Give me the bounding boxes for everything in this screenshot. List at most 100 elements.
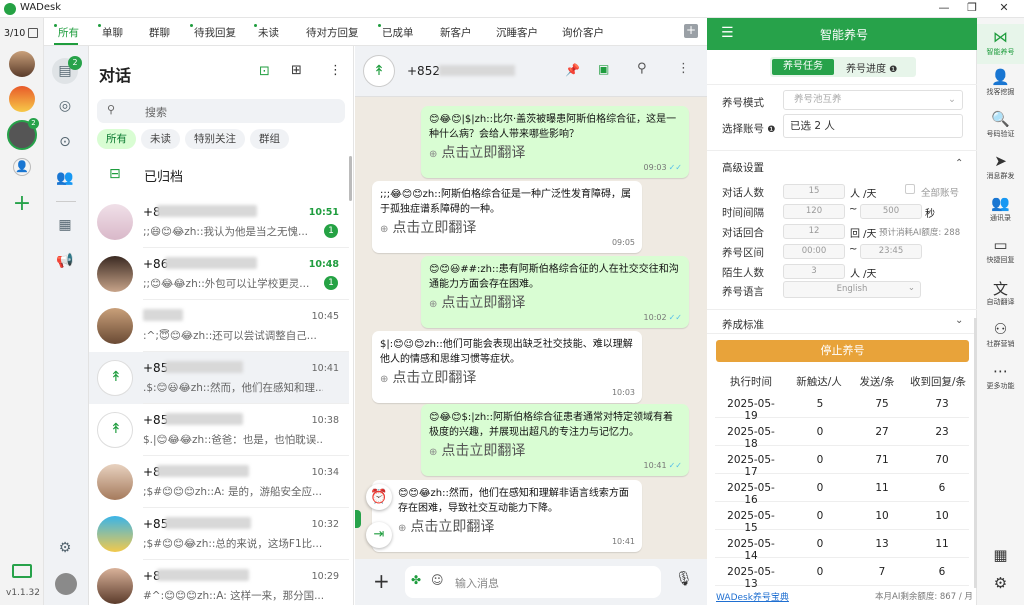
search-box[interactable]: ⚲ 搜索 bbox=[97, 99, 345, 123]
pin-icon[interactable]: 📌 bbox=[565, 63, 580, 77]
settings-icon[interactable]: ⚙ bbox=[977, 574, 1024, 592]
tab-awaiting-other[interactable]: 待对方回复 bbox=[306, 25, 359, 40]
close-button[interactable]: ✕ bbox=[990, 1, 1018, 14]
rail-smart-nurture[interactable]: ⋈ 智能养号 bbox=[977, 24, 1024, 64]
user-icon[interactable]: 👤 bbox=[13, 158, 31, 176]
rail-more[interactable]: ⋯ 更多功能 bbox=[977, 362, 1024, 391]
translate-link[interactable]: ⊕ 点击立即翻译 bbox=[380, 369, 634, 389]
scrollbar[interactable] bbox=[349, 156, 352, 201]
message-bubble-in[interactable]: $|:😊😉😊zh::他们可能会表现出缺乏社交技能、难以理解他人的情感和思维习惯等… bbox=[372, 331, 642, 403]
tab-new-customer[interactable]: 新客户 bbox=[440, 25, 472, 40]
attach-plus-icon[interactable]: + bbox=[373, 569, 390, 593]
chevron-down-icon[interactable]: ⌄ bbox=[955, 315, 963, 326]
chat-row-selected[interactable]: ↟ +85 10:41 .$:😊😃😂zh::然而，他们在感知和理... bbox=[89, 352, 349, 404]
channels-icon[interactable]: ⊙ bbox=[53, 130, 77, 154]
add-icon[interactable]: ⊞ bbox=[291, 63, 302, 78]
filter-starred[interactable]: 特别关注 bbox=[185, 129, 245, 149]
mode-select[interactable]: 养号池互养 ⌄ bbox=[783, 90, 963, 110]
communities-icon[interactable]: 👥 bbox=[53, 166, 77, 190]
field-input[interactable]: 12 bbox=[783, 224, 845, 239]
account-avatar-2[interactable] bbox=[9, 86, 35, 112]
field-input[interactable]: 500 bbox=[860, 204, 922, 219]
microphone-icon[interactable]: 🎙 bbox=[675, 571, 693, 587]
emoji-icon[interactable]: ☺ bbox=[431, 573, 444, 587]
stop-nurture-button[interactable]: 停止养号 bbox=[716, 340, 969, 362]
rail-number-verify[interactable]: 🔍 号码验证 bbox=[977, 110, 1024, 139]
message-time: 10:34 bbox=[311, 467, 339, 478]
nurture-guide-link[interactable]: WADesk养号宝典 bbox=[716, 590, 789, 603]
contact-avatar-logo[interactable]: ↟ bbox=[363, 55, 395, 87]
tab-group[interactable]: 群聊 bbox=[149, 25, 170, 40]
rail-bulk-send[interactable]: ➤ 消息群发 bbox=[977, 152, 1024, 181]
rail-community[interactable]: ⚇ 社群营销 bbox=[977, 320, 1024, 349]
field-input[interactable]: 00:00 bbox=[783, 244, 845, 259]
field-input[interactable]: 120 bbox=[783, 204, 845, 219]
contact-card-icon[interactable]: ▣ bbox=[598, 62, 609, 76]
alarm-clock-icon[interactable]: ⏰ bbox=[366, 484, 392, 510]
tab-closed-deal[interactable]: 已成单 bbox=[378, 24, 414, 40]
field-input[interactable]: 23:45 bbox=[860, 244, 922, 259]
rail-find-customers[interactable]: 👤 找客挖掘 bbox=[977, 68, 1024, 97]
account-select[interactable]: 已选 2 人 bbox=[783, 114, 963, 138]
add-tab-icon[interactable]: + bbox=[684, 24, 698, 38]
filter-all[interactable]: 所有 bbox=[97, 129, 136, 149]
account-avatar-1[interactable] bbox=[9, 51, 35, 77]
message-bubble-in[interactable]: ;;;😂😊😊zh::阿斯伯格综合征是一种广泛性发育障碍，属于孤独症谱系障碍的一种… bbox=[372, 181, 642, 253]
message-bubble-out[interactable]: 😊😂😊|$|zh::比尔·盖茨被曝患阿斯伯格综合征，这是一种什么病？会给人带来哪… bbox=[421, 106, 689, 178]
new-chat-icon[interactable]: ⊡ bbox=[259, 64, 270, 79]
tab-unread[interactable]: 未读 bbox=[254, 24, 279, 40]
message-bubble-out[interactable]: 😊😂😊$:|zh::阿斯伯格综合征患者通常对特定领域有着极度的兴趣，并展现出超凡… bbox=[421, 404, 689, 476]
message-input[interactable]: ✤ ☺ 输入消息 bbox=[405, 566, 661, 598]
filter-unread[interactable]: 未读 bbox=[141, 129, 180, 149]
chat-search-icon[interactable]: ⚲ bbox=[637, 61, 647, 76]
standard-label[interactable]: 养成标准 bbox=[722, 317, 764, 332]
translate-link[interactable]: ⊕ 点击立即翻译 bbox=[380, 219, 634, 239]
maximize-button[interactable]: ❐ bbox=[958, 1, 986, 14]
chat-row[interactable]: +8 10:34 ;$#😊😊😊zh::A: 是的，游船安全应... bbox=[89, 456, 349, 508]
minimize-button[interactable]: — bbox=[930, 1, 958, 14]
tab-nurture-progress[interactable]: 养号进度 ❶ bbox=[846, 60, 897, 75]
rail-quick-reply[interactable]: ▭ 快捷回复 bbox=[977, 236, 1024, 265]
store-icon[interactable]: ▦ bbox=[977, 546, 1024, 564]
status-icon[interactable]: ◎ bbox=[53, 94, 77, 118]
tab-awaiting-me[interactable]: 待我回复 bbox=[190, 24, 236, 40]
tab-inquiry[interactable]: 询价客户 bbox=[562, 25, 604, 40]
chart-icon[interactable] bbox=[12, 564, 32, 578]
add-account-icon[interactable]: + bbox=[10, 193, 34, 217]
panel-menu-icon[interactable]: ☰ bbox=[721, 25, 734, 41]
chevron-up-icon[interactable]: ⌃ bbox=[955, 158, 963, 169]
enter-icon[interactable]: ⇥ bbox=[366, 522, 392, 548]
translate-link[interactable]: ⊕ 点击立即翻译 bbox=[398, 518, 634, 538]
menu-icon[interactable]: ⋮ bbox=[329, 63, 342, 78]
chat-row[interactable]: 10:45 :^;😇😊😂zh::还可以尝试调整自己... bbox=[89, 300, 349, 352]
filter-groups[interactable]: 群组 bbox=[250, 129, 289, 149]
side-toggle[interactable] bbox=[355, 510, 361, 528]
advanced-settings-label[interactable]: 高级设置 bbox=[722, 160, 764, 175]
profile-avatar[interactable] bbox=[55, 573, 77, 595]
tab-nurture-task[interactable]: 养号任务 bbox=[772, 59, 834, 75]
field-input[interactable]: 15 bbox=[783, 184, 845, 199]
chat-row[interactable]: ↟ +85 10:38 $.|😊😂😂zh::爸爸：也是，也怕耽误... bbox=[89, 404, 349, 456]
rail-auto-translate[interactable]: 文自动翻译 bbox=[977, 278, 1024, 307]
message-bubble-out[interactable]: 😊😊😃##:zh::患有阿斯伯格综合征的人在社交交往和沟通能力方面会存在困难。 … bbox=[421, 256, 689, 328]
tab-all[interactable]: 所有 bbox=[54, 24, 79, 40]
sticker-icon[interactable]: ✤ bbox=[411, 573, 421, 587]
all-accounts-checkbox[interactable] bbox=[905, 184, 915, 194]
collapse-icon[interactable] bbox=[28, 28, 38, 38]
chat-row[interactable]: +8 10:51 ;;😄😊😂zh::我认为他是当之无愧... 1 bbox=[89, 196, 349, 248]
chat-contact-name[interactable]: +852 bbox=[407, 64, 440, 78]
rail-contacts[interactable]: 👥 通讯录 bbox=[977, 194, 1024, 223]
archived-label[interactable]: 已归档 bbox=[144, 166, 183, 185]
megaphone-icon[interactable]: 📢 bbox=[53, 249, 77, 273]
language-select[interactable]: English ⌄ bbox=[783, 281, 921, 298]
settings-icon[interactable]: ⚙ bbox=[53, 536, 77, 560]
field-input[interactable]: 3 bbox=[783, 264, 845, 279]
chat-row[interactable]: +85 10:32 ;$#😊😊😂zh::总的来说，这场F1比... bbox=[89, 508, 349, 560]
chat-row[interactable]: +86 10:48 ;;😊😂😂zh::外包可以让学校更灵... 1 bbox=[89, 248, 349, 300]
message-bubble-in[interactable]: 😊😊😂zh::然而，他们在感知和理解非语言线索方面存在困难，导致社交互动能力下降… bbox=[372, 480, 642, 552]
tab-single[interactable]: 单聊 bbox=[98, 24, 123, 40]
chat-row[interactable]: +8 10:29 #^:😊😊😊zh::A: 这样一来，那分国... bbox=[89, 560, 349, 612]
tab-dormant[interactable]: 沉睡客户 bbox=[496, 25, 538, 40]
chat-menu-icon[interactable]: ⋮ bbox=[677, 61, 690, 76]
store-icon[interactable]: ▦ bbox=[53, 213, 77, 237]
